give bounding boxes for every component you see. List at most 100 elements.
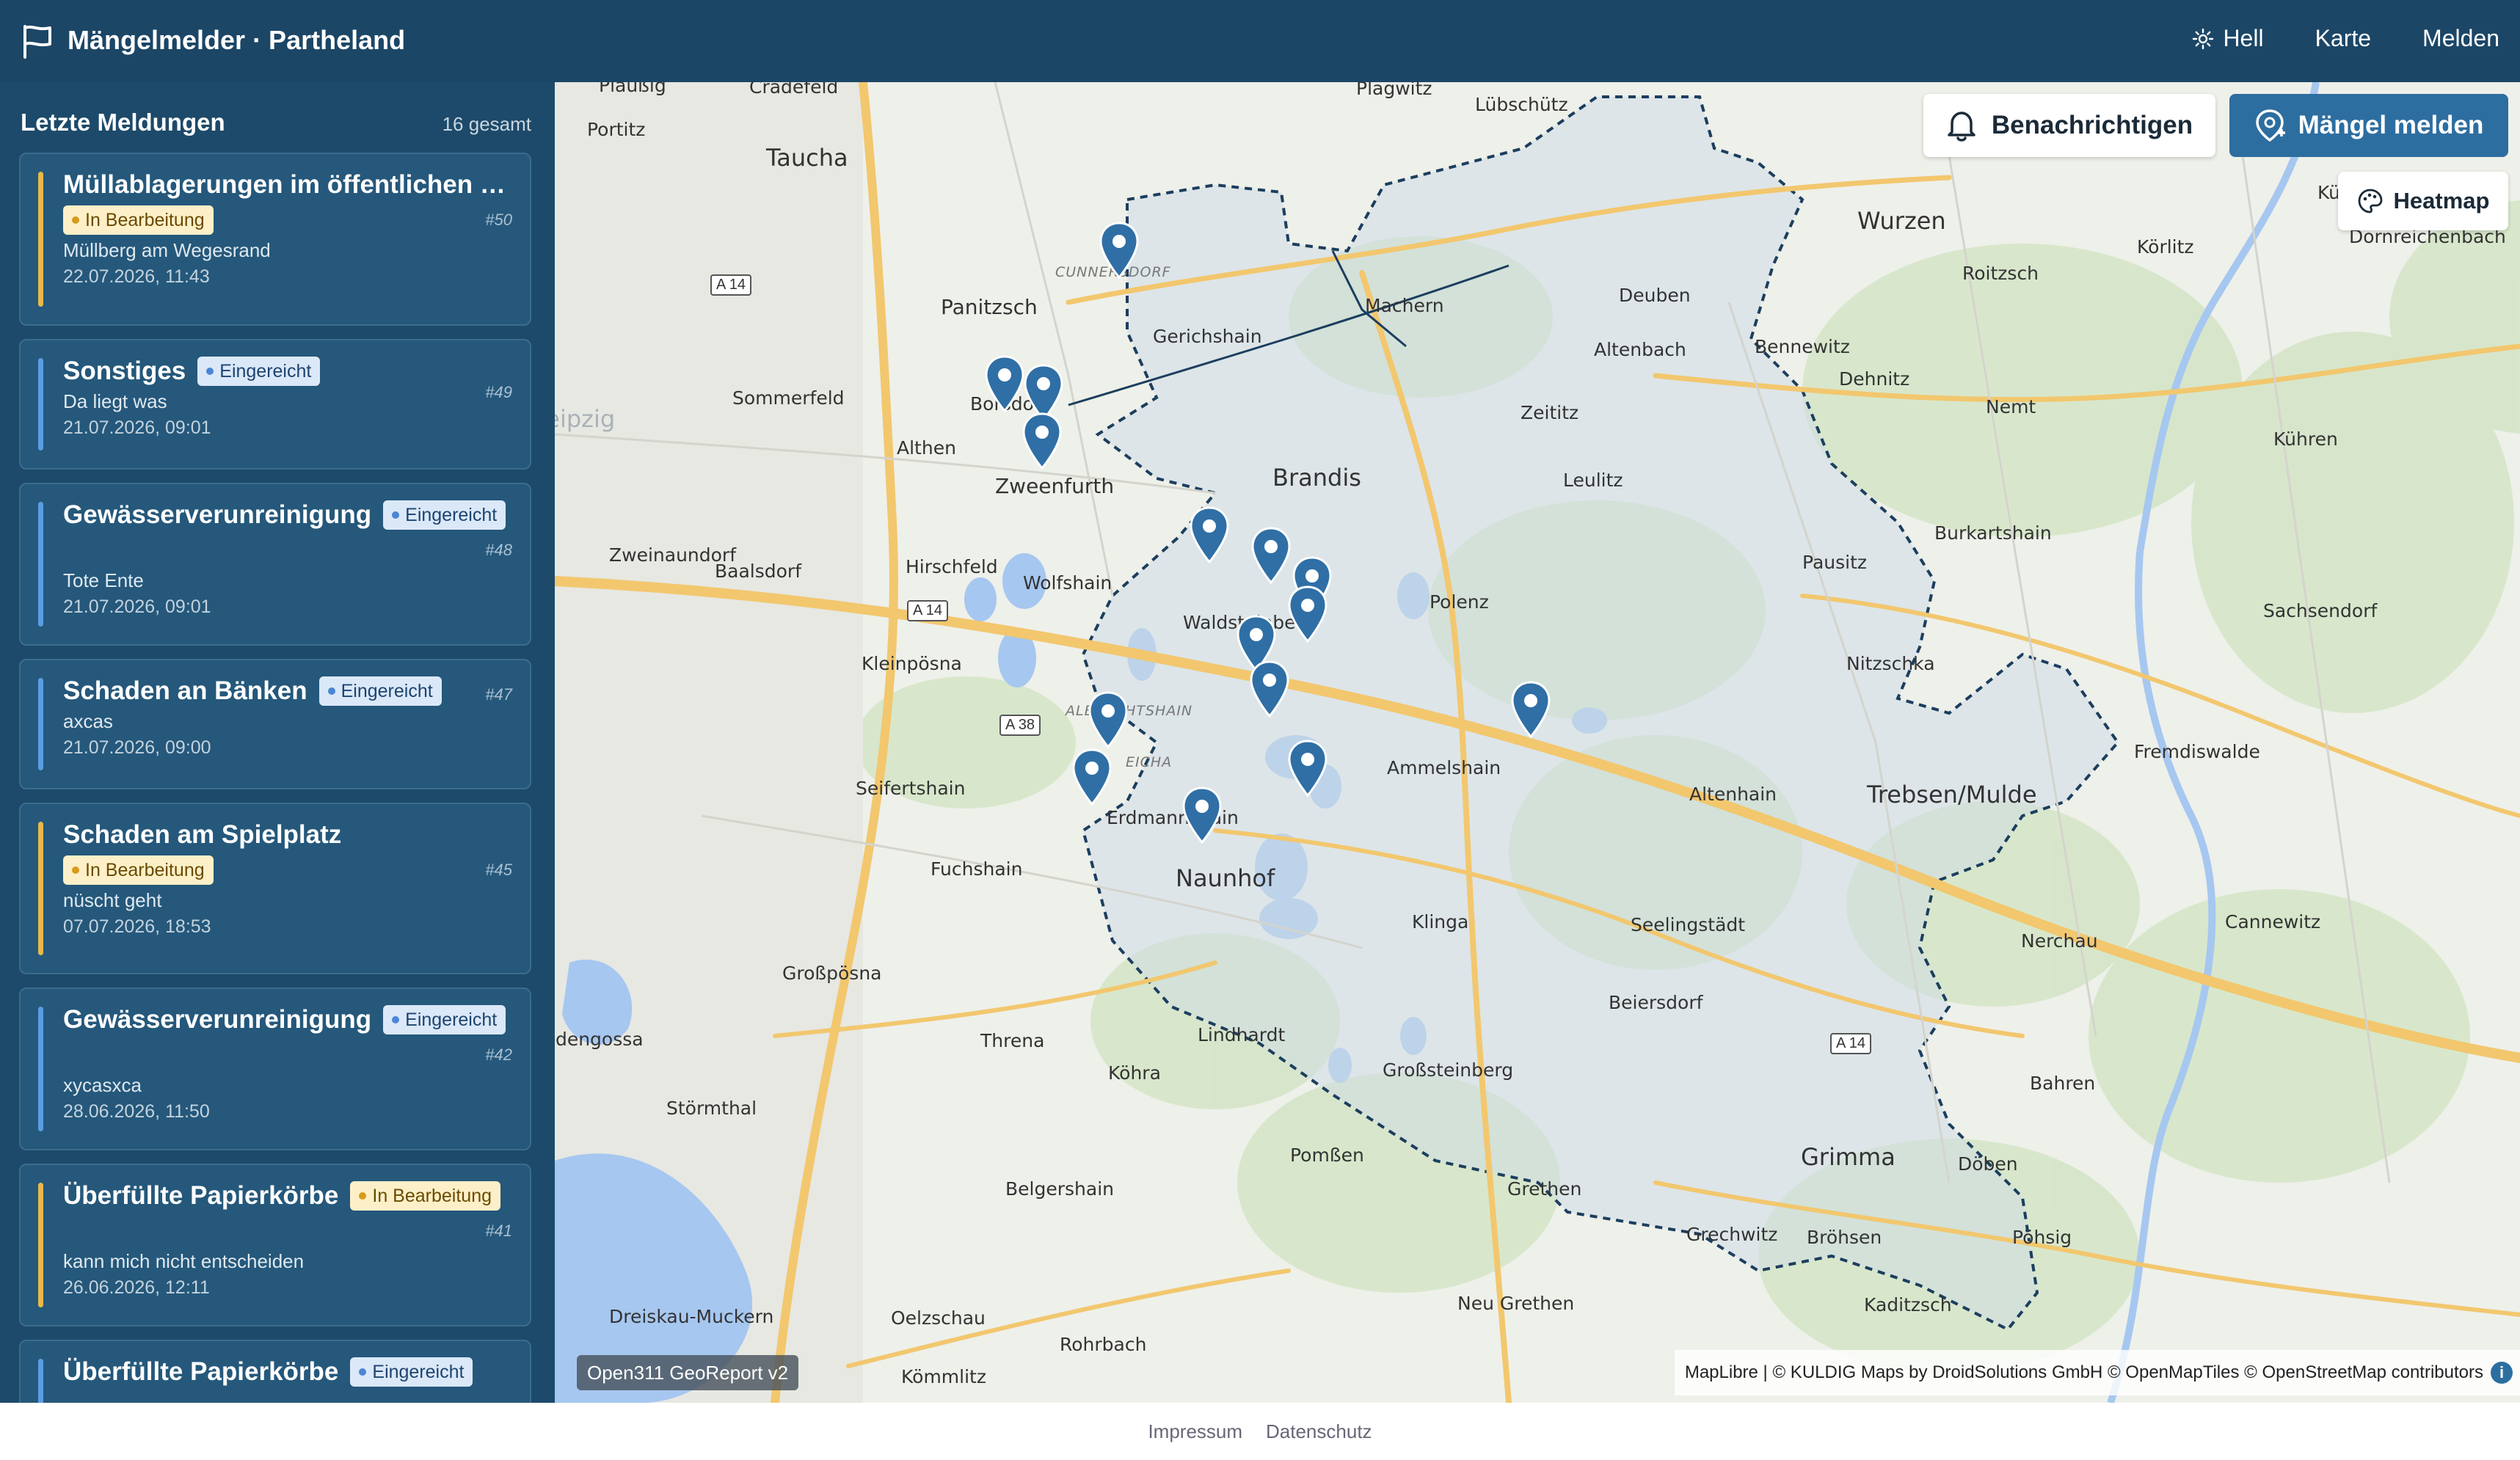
report-description: Tote Ente bbox=[63, 569, 144, 591]
place-label: Machern bbox=[1365, 295, 1444, 316]
heatmap-toggle[interactable]: Heatmap bbox=[2338, 172, 2508, 230]
place-label: Grethen bbox=[1507, 1178, 1582, 1200]
highway-shield: A 38 bbox=[999, 715, 1041, 736]
info-icon[interactable]: i bbox=[2491, 1362, 2513, 1384]
place-label: Wolfshain bbox=[1023, 572, 1112, 594]
place-label: Nitzschka bbox=[1846, 653, 1935, 674]
status-label: Eingereicht bbox=[405, 504, 498, 525]
impressum-link[interactable]: Impressum bbox=[1148, 1420, 1242, 1443]
report-pin[interactable] bbox=[984, 355, 1025, 412]
place-label: Oelzschau bbox=[891, 1307, 986, 1329]
place-label: Fremdiswalde bbox=[2134, 741, 2260, 762]
theme-toggle[interactable]: Hell bbox=[2192, 25, 2264, 52]
reports-sidebar: Letzte Meldungen 16 gesamt Müllablagerun… bbox=[0, 82, 555, 1403]
status-badge: Eingereicht bbox=[383, 1005, 506, 1034]
report-date: 26.06.2026, 12:11 bbox=[63, 1277, 210, 1298]
place-label: Kühren bbox=[2273, 428, 2338, 450]
status-label: Eingereicht bbox=[341, 680, 433, 701]
place-label: Leipzig bbox=[555, 405, 616, 433]
notify-button-label: Benachrichtigen bbox=[1991, 111, 2193, 139]
report-card[interactable]: Überfüllte Papierkörbe Eingereicht bbox=[19, 1340, 531, 1403]
report-title: Schaden am Spielplatz bbox=[63, 820, 342, 849]
report-pin[interactable] bbox=[1287, 585, 1328, 643]
place-label: Sachsendorf bbox=[2263, 600, 2378, 621]
report-defect-button[interactable]: Mängel melden bbox=[2229, 94, 2508, 157]
nav-map-link[interactable]: Karte bbox=[2315, 25, 2371, 52]
highway-shield: A 14 bbox=[907, 600, 949, 621]
report-pin[interactable] bbox=[1022, 412, 1063, 470]
status-indicator bbox=[38, 1183, 43, 1307]
report-date: 21.07.2026, 09:00 bbox=[63, 737, 211, 758]
report-id: #41 bbox=[485, 1222, 512, 1240]
map-canvas[interactable]: Plaußig Cradefeld Plagwitz Lübschütz Por… bbox=[555, 82, 2520, 1403]
report-description: nüscht geht bbox=[63, 889, 162, 911]
report-pin[interactable] bbox=[1181, 786, 1223, 844]
place-label: Dreiskau-Muckern bbox=[609, 1306, 774, 1327]
report-id: #45 bbox=[485, 861, 512, 879]
place-label: Zweenfurth bbox=[995, 474, 1115, 498]
status-badge: Eingereicht bbox=[318, 676, 442, 706]
place-label: Roitzsch bbox=[1962, 263, 2039, 284]
report-pin[interactable] bbox=[1287, 740, 1328, 797]
place-label: Lindhardt bbox=[1198, 1024, 1286, 1045]
place-label: Burkartshain bbox=[1934, 522, 2052, 544]
report-card[interactable]: Müllablagerungen im öffentlichen B... In… bbox=[19, 153, 531, 326]
place-label: Altenhain bbox=[1689, 784, 1777, 805]
sidebar-title: Letzte Meldungen bbox=[21, 109, 225, 136]
nav-report-link[interactable]: Melden bbox=[2422, 25, 2499, 52]
report-date: 21.07.2026, 09:01 bbox=[63, 596, 211, 617]
report-pin[interactable] bbox=[1249, 660, 1290, 718]
report-card[interactable]: Gewässerverunreinigung Eingereicht #48 T… bbox=[19, 483, 531, 646]
status-label: Eingereicht bbox=[405, 1009, 498, 1030]
report-card[interactable]: Schaden an Bänken Eingereicht #47 axcas … bbox=[19, 659, 531, 789]
report-card[interactable]: Sonstiges Eingereicht #49 Da liegt was 2… bbox=[19, 339, 531, 470]
report-defect-button-label: Mängel melden bbox=[2298, 111, 2484, 139]
status-indicator bbox=[38, 1359, 43, 1403]
place-label: Naunhof bbox=[1176, 864, 1275, 892]
report-description: axcas bbox=[63, 710, 113, 732]
status-dot bbox=[72, 216, 79, 224]
status-indicator bbox=[38, 1007, 43, 1131]
report-title: Gewässerverunreinigung bbox=[63, 1005, 372, 1034]
report-date: 22.07.2026, 11:43 bbox=[63, 266, 210, 287]
status-badge: Eingereicht bbox=[197, 357, 321, 386]
report-card[interactable]: Gewässerverunreinigung Eingereicht #42 x… bbox=[19, 988, 531, 1150]
report-date: 21.07.2026, 09:01 bbox=[63, 417, 211, 438]
app-title: Mängelmelder · Partheland bbox=[68, 25, 406, 55]
place-label: Beiersdorf bbox=[1609, 992, 1703, 1013]
place-label: Neu Grethen bbox=[1457, 1293, 1575, 1314]
report-card[interactable]: Schaden am Spielplatz In Bearbeitung #45… bbox=[19, 803, 531, 974]
status-indicator bbox=[38, 678, 43, 770]
place-label: Threna bbox=[980, 1030, 1045, 1051]
status-indicator bbox=[38, 822, 43, 955]
place-label: Seelingstädt bbox=[1631, 914, 1746, 935]
report-pin[interactable] bbox=[1099, 222, 1140, 279]
place-label: Kömmlitz bbox=[901, 1366, 986, 1387]
heatmap-toggle-label: Heatmap bbox=[2393, 188, 2490, 213]
place-label: EICHA bbox=[1126, 754, 1173, 770]
place-label: Lübschütz bbox=[1475, 94, 1568, 115]
api-chip[interactable]: Open311 GeoReport v2 bbox=[577, 1355, 799, 1390]
report-id: #42 bbox=[485, 1045, 512, 1064]
status-dot bbox=[206, 368, 214, 375]
report-pin[interactable] bbox=[1510, 681, 1551, 738]
place-label: Dehnitz bbox=[1839, 368, 1910, 390]
report-pin[interactable] bbox=[1189, 506, 1230, 563]
map-attribution: MapLibre | © KULDIG Maps by DroidSolutio… bbox=[1674, 1350, 2520, 1395]
status-badge: In Bearbeitung bbox=[63, 855, 214, 885]
datenschutz-link[interactable]: Datenschutz bbox=[1266, 1420, 1372, 1443]
status-indicator bbox=[38, 358, 43, 450]
report-pin[interactable] bbox=[1250, 527, 1292, 584]
report-card[interactable]: Überfüllte Papierkörbe In Bearbeitung #4… bbox=[19, 1164, 531, 1326]
notify-button[interactable]: Benachrichtigen bbox=[1923, 94, 2215, 157]
report-pin[interactable] bbox=[1088, 691, 1129, 748]
place-label: Wurzen bbox=[1857, 207, 1946, 235]
report-id: #47 bbox=[485, 685, 512, 704]
place-label: Grimma bbox=[1801, 1143, 1896, 1171]
report-pin[interactable] bbox=[1071, 748, 1112, 806]
report-description: Müllberg am Wegesrand bbox=[63, 239, 271, 261]
place-label: Trebsen/Mulde bbox=[1867, 781, 2037, 809]
place-label: Nemt bbox=[1986, 396, 2036, 417]
place-label: Körlitz bbox=[2137, 236, 2194, 258]
place-label: Altenbach bbox=[1594, 339, 1686, 360]
